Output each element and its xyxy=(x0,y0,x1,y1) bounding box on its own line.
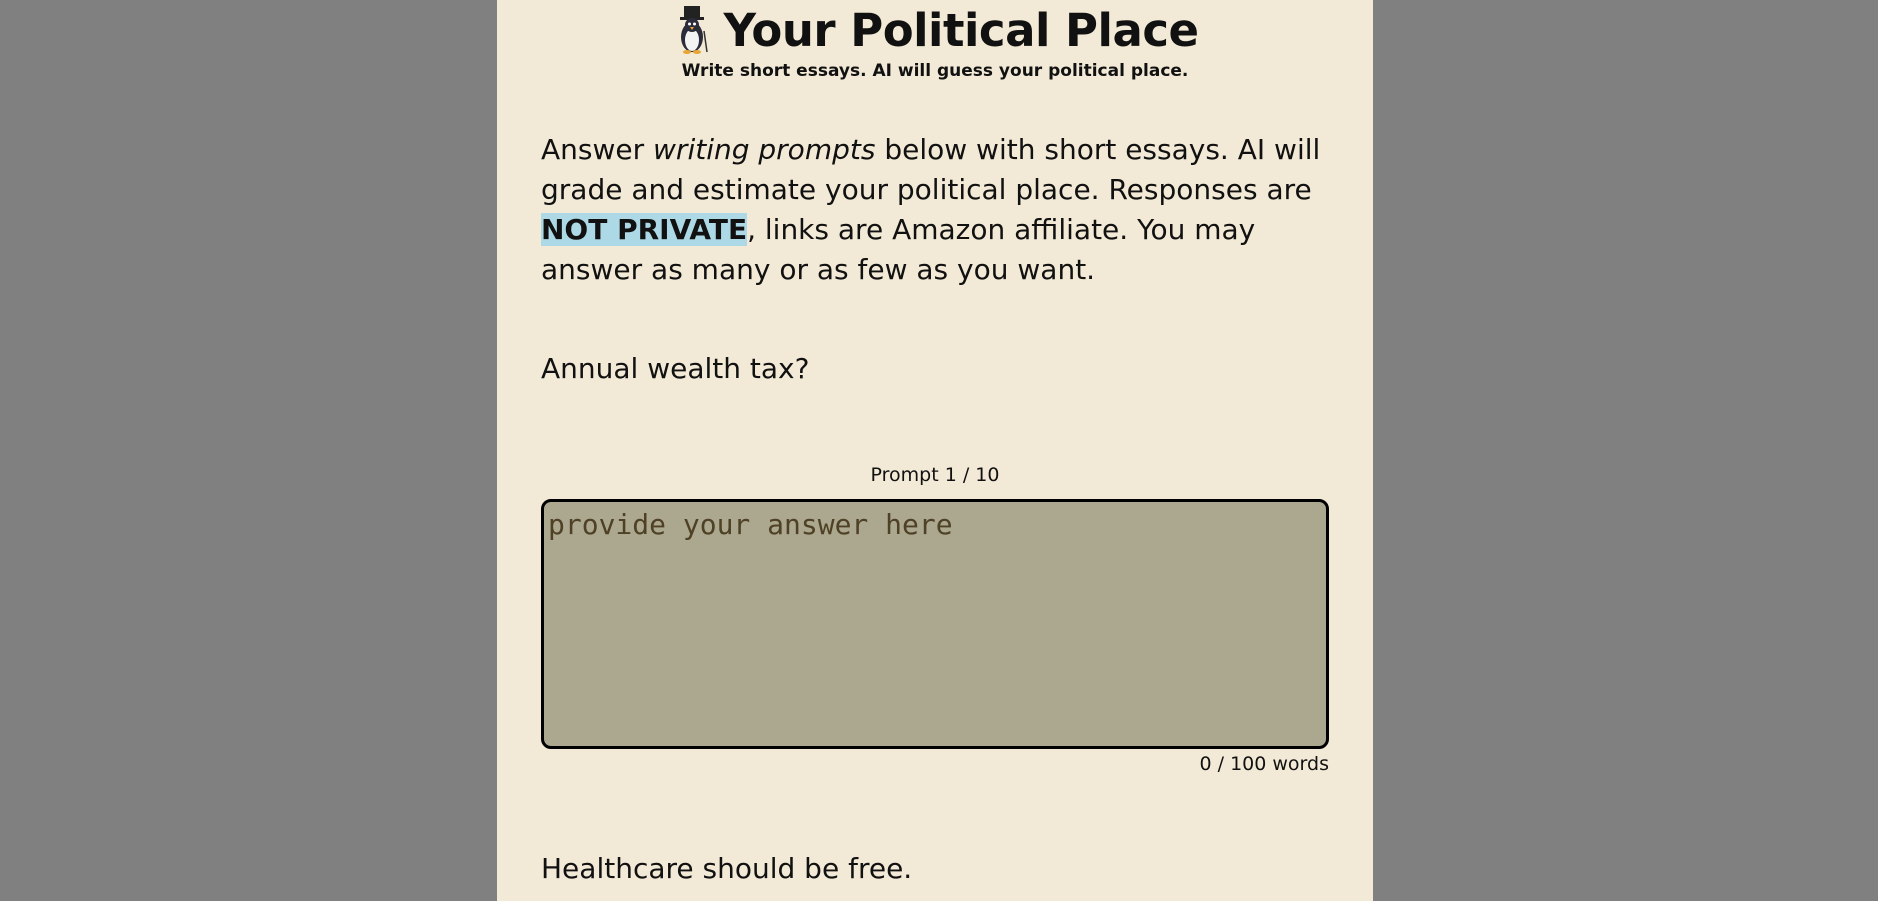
title-row: Your Political Place xyxy=(497,3,1373,57)
prompt-question: Annual wealth tax? xyxy=(541,352,810,385)
penguin-top-hat-icon xyxy=(671,5,713,55)
page-subtitle: Write short essays. AI will guess your p… xyxy=(681,61,1189,81)
prompt-counter: Prompt 1 / 10 xyxy=(870,464,1000,486)
intro-text-1: Answer xyxy=(541,133,654,166)
page-header: Your Political Place Write short essays.… xyxy=(497,4,1373,81)
word-count: 0 / 100 words xyxy=(1199,753,1329,775)
page-title: Your Political Place xyxy=(723,3,1199,57)
intro-emphasis: writing prompts xyxy=(653,133,876,166)
not-private-highlight: NOT PRIVATE xyxy=(541,213,748,246)
content-column: Your Political Place Write short essays.… xyxy=(497,0,1373,901)
intro-paragraph: Answer writing prompts below with short … xyxy=(541,130,1341,290)
answer-textarea[interactable] xyxy=(541,499,1329,749)
prompt-question-next: Healthcare should be free. xyxy=(541,852,913,885)
